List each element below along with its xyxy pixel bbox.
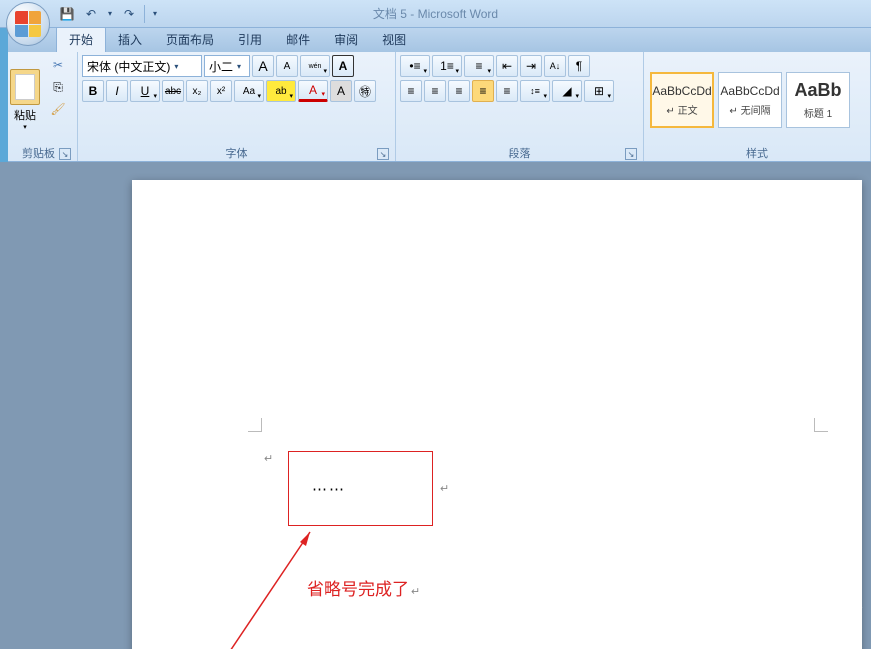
clear-format-button[interactable]: wén [300, 55, 330, 77]
superscript-button[interactable]: x² [210, 80, 232, 102]
undo-dropdown[interactable]: ▾ [104, 9, 116, 18]
qat-customize-dropdown[interactable]: ▾ [149, 9, 161, 18]
align-right-button[interactable]: ≡ [448, 80, 470, 102]
tab-insert[interactable]: 插入 [106, 27, 154, 52]
paste-label: 粘贴 [14, 107, 36, 123]
numbering-button[interactable]: 1≡ [432, 55, 462, 77]
font-name-combo[interactable]: 宋体 (中文正文)▾ [82, 55, 202, 77]
ribbon-tabs: 开始 插入 页面布局 引用 邮件 审阅 视图 [0, 28, 871, 52]
multilevel-button[interactable]: ≡ [464, 55, 494, 77]
qat-separator [144, 5, 145, 23]
quick-access-toolbar: 💾 ↶ ▾ ↷ ▾ [56, 3, 161, 25]
bold-button[interactable]: B [82, 80, 104, 102]
copy-button[interactable]: ⎘ [48, 77, 68, 97]
distribute-button[interactable]: ≡ [496, 80, 518, 102]
group-styles: AaBbCcDd ↵ 正文 AaBbCcDd ↵ 无间隔 AaBb 标题 1 样… [644, 52, 871, 161]
enclosed-char-button[interactable]: ㊕ [354, 80, 376, 102]
redo-button[interactable]: ↷ [118, 3, 140, 25]
font-dialog-launcher[interactable]: ↘ [377, 148, 389, 160]
document-area[interactable]: ↵ ⋯⋯ ↵ 省略号完成了↵ Bai㕦 经验 jingyan.baidu.com [0, 162, 871, 649]
sort-button[interactable]: A↓ [544, 55, 566, 77]
undo-button[interactable]: ↶ [80, 3, 102, 25]
shading-button[interactable]: ◢ [552, 80, 582, 102]
tab-mail[interactable]: 邮件 [274, 27, 322, 52]
tab-view[interactable]: 视图 [370, 27, 418, 52]
borders-button[interactable]: ⊞ [584, 80, 614, 102]
style-no-spacing[interactable]: AaBbCcDd ↵ 无间隔 [718, 72, 782, 128]
window-title: 文档 5 - Microsoft Word [373, 5, 498, 22]
line-spacing-button[interactable]: ↕≡ [520, 80, 550, 102]
save-button[interactable]: 💾 [56, 3, 78, 25]
office-logo-icon [15, 11, 41, 37]
tab-review[interactable]: 审阅 [322, 27, 370, 52]
style-heading-1[interactable]: AaBb 标题 1 [786, 72, 850, 128]
tab-home[interactable]: 开始 [56, 26, 106, 52]
align-left-button[interactable]: ≡ [400, 80, 422, 102]
paragraph-mark-icon: ↵ [264, 452, 273, 465]
cut-button[interactable]: ✂ [48, 55, 68, 75]
style-normal[interactable]: AaBbCcDd ↵ 正文 [650, 72, 714, 128]
highlight-button[interactable]: ab [266, 80, 296, 102]
paste-button[interactable]: 粘贴 ▾ [4, 55, 46, 145]
subscript-button[interactable]: x₂ [186, 80, 208, 102]
font-color-button[interactable]: A [298, 80, 328, 102]
font-group-label: 字体↘ [82, 145, 391, 161]
paragraph-group-label: 段落↘ [400, 145, 639, 161]
show-marks-button[interactable]: ¶ [568, 55, 590, 77]
clipboard-dialog-launcher[interactable]: ↘ [59, 148, 71, 160]
grow-font-button[interactable]: A [252, 55, 274, 77]
bullets-button[interactable]: •≡ [400, 55, 430, 77]
font-size-combo[interactable]: 小二▾ [204, 55, 250, 77]
decrease-indent-button[interactable]: ⇤ [496, 55, 518, 77]
char-border-button[interactable]: A [332, 55, 354, 77]
clipboard-group-label: 剪贴板↘ [4, 145, 73, 161]
underline-button[interactable]: U [130, 80, 160, 102]
group-font: 宋体 (中文正文)▾ 小二▾ A A wén A B I U abc x₂ x²… [78, 52, 396, 161]
tab-layout[interactable]: 页面布局 [154, 27, 226, 52]
paragraph-mark-icon: ↵ [440, 482, 449, 495]
change-case-button[interactable]: Aa [234, 80, 264, 102]
margin-corner-tl [248, 418, 262, 432]
justify-button[interactable]: ≡ [472, 80, 494, 102]
strike-button[interactable]: abc [162, 80, 184, 102]
format-painter-button[interactable]: 🖌 [48, 99, 68, 119]
title-bar: 💾 ↶ ▾ ↷ ▾ 文档 5 - Microsoft Word [0, 0, 871, 28]
paragraph-dialog-launcher[interactable]: ↘ [625, 148, 637, 160]
annotation-text: 省略号完成了↵ [307, 575, 420, 600]
annotation-box [288, 451, 433, 526]
increase-indent-button[interactable]: ⇥ [520, 55, 542, 77]
italic-button[interactable]: I [106, 80, 128, 102]
styles-group-label: 样式 [648, 145, 866, 161]
group-clipboard: 粘贴 ▾ ✂ ⎘ 🖌 剪贴板↘ [0, 52, 78, 161]
char-shading-button[interactable]: A [330, 80, 352, 102]
tab-references[interactable]: 引用 [226, 27, 274, 52]
office-button[interactable] [6, 2, 50, 46]
ribbon: 粘贴 ▾ ✂ ⎘ 🖌 剪贴板↘ 宋体 (中文正文)▾ 小二▾ A A wén A… [0, 52, 871, 162]
paste-icon [10, 69, 40, 105]
annotation-arrow-icon [212, 524, 322, 649]
align-center-button[interactable]: ≡ [424, 80, 446, 102]
document-text-ellipsis: ⋯⋯ [312, 480, 346, 499]
margin-corner-tr [814, 418, 828, 432]
group-paragraph: •≡ 1≡ ≡ ⇤ ⇥ A↓ ¶ ≡ ≡ ≡ ≡ ≡ ↕≡ ◢ ⊞ 段落↘ [396, 52, 644, 161]
shrink-font-button[interactable]: A [276, 55, 298, 77]
